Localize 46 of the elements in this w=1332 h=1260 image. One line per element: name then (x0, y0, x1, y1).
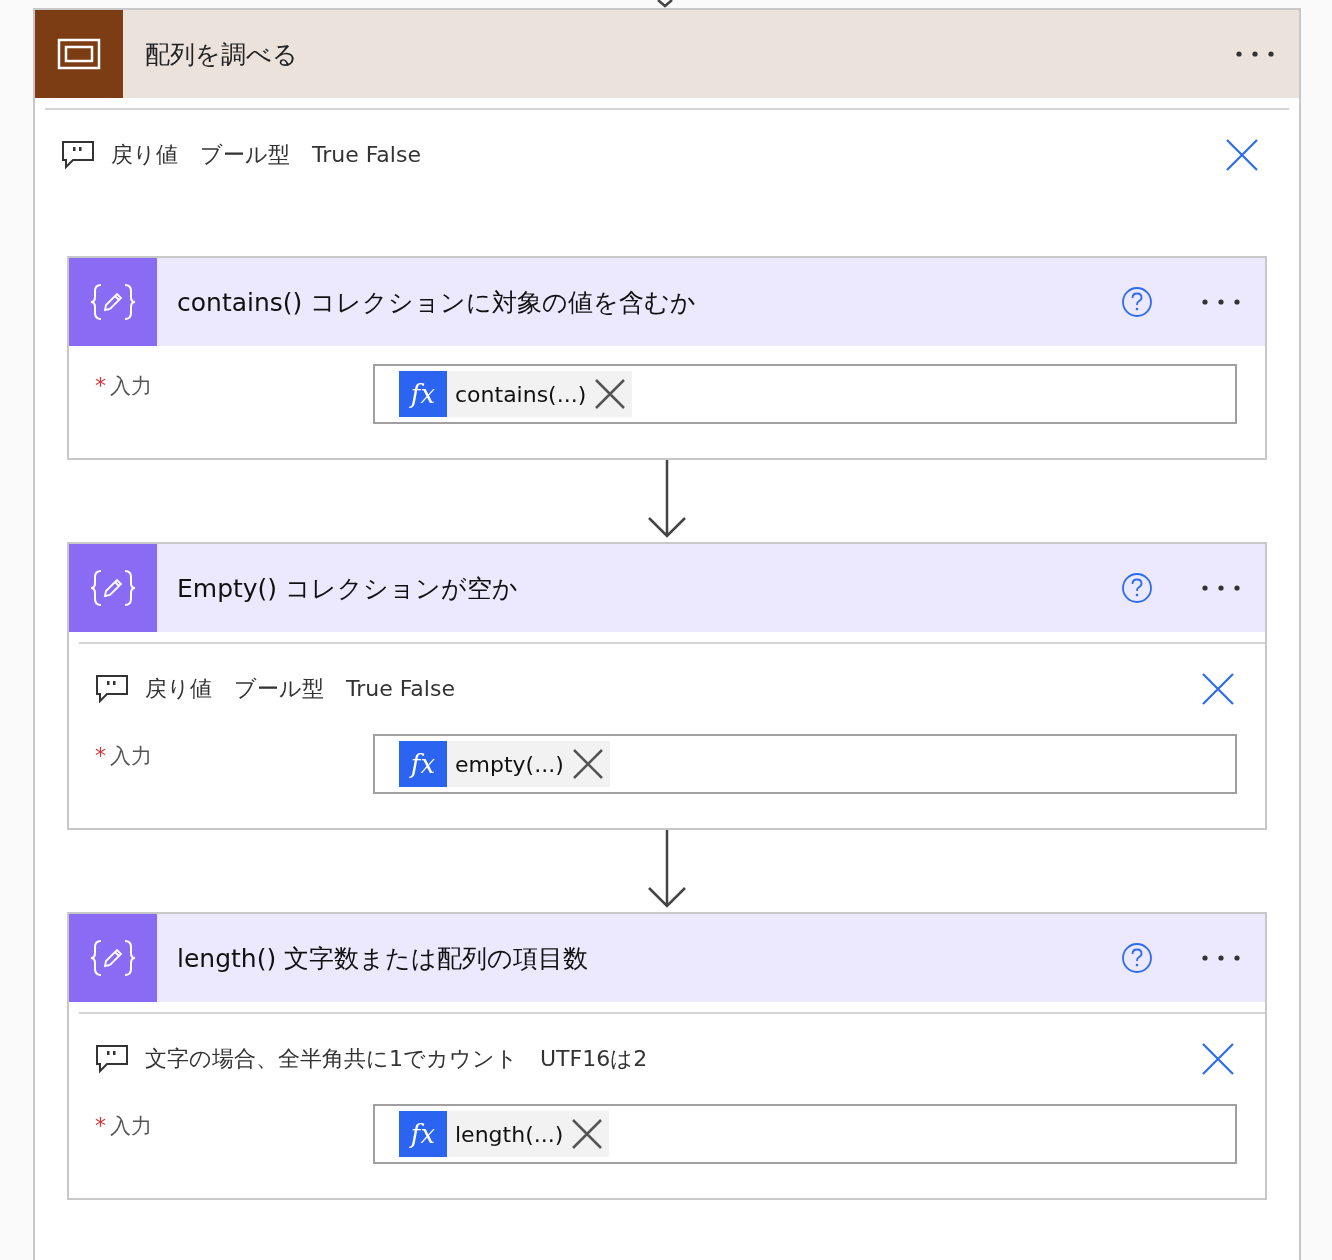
arrowhead-icon (655, 0, 675, 8)
help-icon[interactable] (1121, 286, 1153, 318)
comment-text: 戻り値 ブール型 True False (111, 141, 422, 169)
comment-icon (95, 1044, 129, 1074)
close-icon[interactable] (1201, 1042, 1235, 1076)
function-icon: fx (399, 371, 447, 417)
required-mark: * (95, 1113, 106, 1138)
field-label: 入力 (110, 1113, 152, 1140)
input-field[interactable]: fx length(...) (373, 1104, 1237, 1164)
help-icon[interactable] (1121, 942, 1153, 974)
function-icon: fx (399, 741, 447, 787)
comment-text: 戻り値 ブール型 True False (145, 675, 456, 703)
comment-icon (95, 674, 129, 704)
remove-icon[interactable] (594, 378, 627, 410)
help-icon[interactable] (1121, 572, 1153, 604)
scope-title: 配列を調べる (145, 38, 299, 71)
action-header[interactable]: contains() コレクションに対象の値を含むか (69, 258, 1265, 346)
action-header[interactable]: Empty() コレクションが空か (69, 544, 1265, 632)
more-icon[interactable] (1201, 954, 1241, 962)
field-label: 入力 (110, 743, 152, 770)
remove-icon[interactable] (571, 1118, 604, 1150)
comment-text: 文字の場合、全半角共に1でカウント UTF16は2 (145, 1045, 649, 1073)
token-text: empty(...) (455, 751, 564, 777)
input-field[interactable]: fx contains(...) (373, 364, 1237, 424)
required-mark: * (95, 373, 106, 398)
token-text: length(...) (455, 1121, 564, 1147)
field-label: 入力 (110, 373, 152, 400)
action-title: Empty() コレクションが空か (177, 572, 520, 605)
more-icon[interactable] (1235, 50, 1275, 58)
more-icon[interactable] (1201, 298, 1241, 306)
comment-icon (61, 140, 95, 170)
action-title: contains() コレクションに対象の値を含むか (177, 286, 698, 319)
input-field[interactable]: fx empty(...) (373, 734, 1237, 794)
remove-icon[interactable] (571, 748, 604, 780)
expression-token[interactable]: fx contains(...) (399, 371, 633, 417)
close-icon[interactable] (1225, 138, 1259, 172)
action-header[interactable]: length() 文字数または配列の項目数 (69, 914, 1265, 1002)
close-icon[interactable] (1201, 672, 1235, 706)
scope-header[interactable]: 配列を調べる (35, 10, 1299, 98)
function-icon: fx (399, 1111, 447, 1157)
expression-token[interactable]: fx empty(...) (399, 741, 610, 787)
more-icon[interactable] (1201, 584, 1241, 592)
expression-token[interactable]: fx length(...) (399, 1111, 610, 1157)
token-text: contains(...) (455, 381, 587, 407)
required-mark: * (95, 743, 106, 768)
action-title: length() 文字数または配列の項目数 (177, 942, 590, 975)
